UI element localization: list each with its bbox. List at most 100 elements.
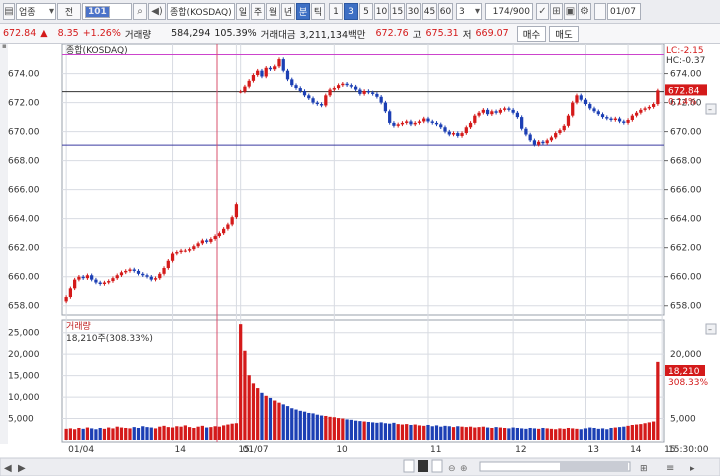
volume-bar — [98, 427, 102, 440]
candle — [230, 217, 234, 225]
candle — [85, 275, 90, 279]
candle — [498, 109, 502, 113]
zoom-in-icon: ⊕ — [460, 464, 468, 474]
candle — [336, 85, 341, 89]
interval-input[interactable]: 3 ▾ — [456, 3, 482, 20]
volume-bar — [128, 428, 132, 440]
volume-bar — [575, 428, 579, 440]
period-tick[interactable]: 틱 — [311, 3, 325, 20]
volume-bar — [68, 428, 73, 440]
candle — [494, 111, 498, 113]
candle — [209, 238, 213, 242]
volume-bar — [332, 417, 336, 440]
period-month[interactable]: 월 — [266, 3, 280, 20]
volume-bar — [566, 427, 571, 440]
volume-bar — [319, 415, 324, 440]
volume-bar — [94, 429, 98, 440]
date-field[interactable]: 01/07 — [607, 3, 641, 20]
bottom-toolbar[interactable]: ◀ ▶ ⊖ ⊕ ⊞ ≡ ▸ — [0, 457, 720, 476]
candle — [285, 70, 290, 80]
volume-bar — [388, 423, 392, 440]
high-value: 675.31 — [425, 28, 459, 39]
volume-bar — [549, 428, 554, 440]
volume-bar — [281, 404, 285, 440]
sell-button[interactable]: 매도 — [549, 25, 579, 42]
volume-bar — [200, 425, 204, 440]
time-tick-label: 11 — [430, 445, 441, 455]
interval-60[interactable]: 60 — [438, 3, 453, 20]
volume-value: 584,294 — [171, 28, 211, 39]
save-icon[interactable]: ▣ — [564, 3, 577, 20]
candle — [579, 95, 583, 100]
volume-bar — [439, 426, 443, 440]
volume-bar — [307, 412, 311, 440]
volume-bar — [111, 428, 115, 440]
volume-bar — [537, 428, 541, 440]
code-value: 101 — [85, 5, 110, 18]
search-icon[interactable]: ⌕ — [133, 3, 147, 20]
period-day[interactable]: 일 — [236, 3, 250, 20]
count-field[interactable]: 174/900 — [485, 3, 533, 20]
volume-bar — [298, 410, 302, 440]
interval-15[interactable]: 15 — [390, 3, 405, 20]
volume-bar — [383, 423, 388, 440]
volume-bar — [166, 427, 170, 440]
volume-bar — [647, 422, 651, 440]
volume-bar — [371, 422, 375, 440]
price-tick-label: 664.00 — [670, 215, 702, 225]
interval-5[interactable]: 5 — [359, 3, 373, 20]
candle — [596, 111, 600, 115]
price-tick-label-left: 658.00 — [8, 302, 40, 312]
volume-bar — [583, 428, 588, 440]
period-week[interactable]: 주 — [251, 3, 265, 20]
candle — [328, 89, 332, 96]
volume-bar — [213, 426, 217, 440]
price-pane-title: 종합(KOSDAQ) — [66, 45, 128, 56]
zoom-reset-icon: ⊞ — [640, 464, 648, 474]
code-input[interactable]: 101 — [82, 3, 132, 20]
candle — [647, 106, 651, 109]
period-minute[interactable]: 분 — [296, 3, 310, 20]
interval-3[interactable]: 3 — [344, 3, 358, 20]
volume-bar — [366, 421, 371, 440]
volume-bar — [464, 427, 468, 440]
speaker-icon[interactable]: ◀) — [148, 3, 166, 20]
volume-bar — [409, 424, 413, 440]
volume-bar — [349, 419, 353, 440]
volume-bar — [451, 427, 456, 440]
candle — [256, 70, 260, 76]
volume-bar — [102, 428, 107, 440]
period-year[interactable]: 년 — [281, 3, 295, 20]
volume-bar — [634, 424, 639, 440]
time-tick-label: 12 — [515, 445, 526, 455]
volume-tick-label-left: 25,000 — [8, 329, 40, 339]
volume-bar — [85, 427, 90, 440]
candle — [413, 122, 417, 125]
buy-button[interactable]: 매수 — [516, 25, 547, 42]
chart-area[interactable]: ▪ 674.00 674.00 672.00 672.00 670.00 670.00 66… — [0, 42, 720, 476]
volume-bar — [502, 427, 507, 440]
interval-45[interactable]: 45 — [422, 3, 437, 20]
scale-buttons[interactable]: – – — [705, 103, 717, 335]
volume-bar — [400, 424, 405, 440]
grid-icon[interactable]: ⊞ — [550, 3, 563, 20]
interval-1[interactable]: 1 — [329, 3, 343, 20]
volume-bar — [77, 427, 81, 440]
check-icon[interactable]: ✓ — [536, 3, 549, 20]
candle — [68, 288, 73, 298]
interval-10[interactable]: 10 — [374, 3, 389, 20]
volume-bar — [192, 427, 196, 440]
candle — [481, 109, 485, 113]
mode-select[interactable]: 전 — [57, 3, 81, 20]
menu-icon[interactable]: ▤ — [3, 3, 15, 20]
settings-icon[interactable]: ⚙ — [578, 3, 591, 20]
candle — [651, 104, 656, 107]
volume-bar — [341, 418, 345, 440]
date-checkbox[interactable] — [594, 3, 606, 20]
candle — [639, 109, 643, 113]
interval-30[interactable]: 30 — [406, 3, 421, 20]
market-select[interactable]: 업종 ▾ — [16, 3, 56, 20]
volume-bar — [626, 425, 630, 440]
candle — [388, 111, 392, 123]
volume-bar — [204, 427, 209, 440]
